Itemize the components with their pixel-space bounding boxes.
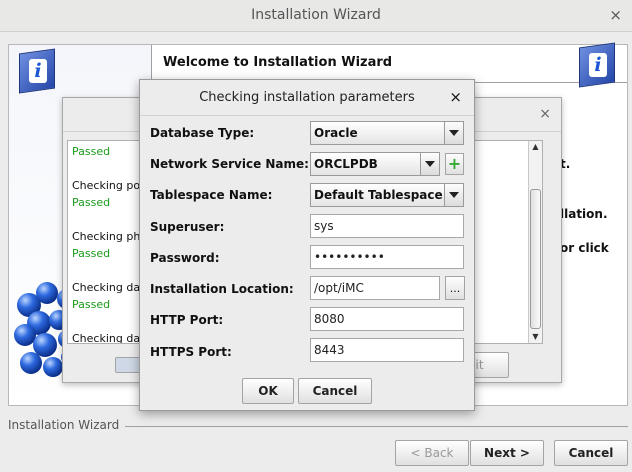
browse-button[interactable]: ... [445, 276, 465, 300]
cancel-button[interactable]: Cancel [554, 440, 628, 466]
network-service-label: Network Service Name: [150, 157, 309, 171]
next-button[interactable]: Next > [470, 440, 544, 466]
tablespace-select[interactable]: Default Tablespace [310, 183, 464, 207]
dialog-cancel-button[interactable]: Cancel [298, 378, 372, 404]
db-type-label: Database Type: [150, 126, 255, 140]
tablespace-value: Default Tablespace [314, 188, 443, 202]
welcome-text-fragment-2: llation. [560, 207, 608, 221]
https-port-value: 8443 [314, 343, 345, 357]
check-params-dialog: Checking installation parameters × Datab… [139, 79, 475, 411]
password-field[interactable]: •••••••••• [310, 245, 464, 269]
dialog-close-button[interactable]: × [449, 88, 462, 106]
progress-left-button[interactable] [115, 357, 141, 373]
superuser-value: sys [314, 219, 334, 233]
window-titlebar: Installation Wizard × [0, 0, 632, 32]
db-type-value: Oracle [314, 126, 358, 140]
info-book-icon-right: i [575, 42, 617, 88]
chevron-down-icon[interactable] [444, 184, 463, 206]
chevron-down-icon[interactable] [444, 122, 463, 144]
window-close-button[interactable]: × [609, 6, 622, 24]
http-port-value: 8080 [314, 312, 345, 326]
log-line: Passed [72, 145, 111, 158]
log-line: Checking port [72, 179, 149, 192]
https-port-field[interactable]: 8443 [310, 338, 464, 362]
chevron-down-icon[interactable] [420, 153, 439, 175]
info-book-icon: i [15, 48, 57, 94]
scroll-thumb[interactable] [530, 189, 541, 329]
log-line: Checking phy [72, 230, 147, 243]
dialog-title: Checking installation parameters [199, 90, 415, 105]
install-location-field[interactable]: /opt/iMC [310, 276, 440, 300]
back-button[interactable]: < Back [395, 440, 469, 466]
welcome-text-fragment-3: or click [560, 241, 609, 255]
footer-separator-label: Installation Wizard [8, 418, 126, 432]
scroll-up-arrow-icon[interactable]: ▲ [529, 141, 542, 153]
db-type-select[interactable]: Oracle [310, 121, 464, 145]
footer-separator: Installation Wizard [8, 418, 628, 432]
password-label: Password: [150, 251, 220, 265]
window-title: Installation Wizard [251, 7, 381, 23]
log-scrollbar[interactable]: ▲ ▼ [528, 141, 542, 343]
ok-button[interactable]: OK [242, 378, 294, 404]
http-port-field[interactable]: 8080 [310, 307, 464, 331]
password-value: •••••••••• [314, 250, 385, 264]
network-service-value: ORCLPDB [314, 157, 378, 171]
progress-dialog-close-button[interactable]: × [539, 106, 551, 122]
install-location-value: /opt/iMC [314, 281, 364, 295]
welcome-header: Welcome to Installation Wizard i [153, 42, 627, 88]
https-port-label: HTTPS Port: [150, 345, 232, 359]
scroll-down-arrow-icon[interactable]: ▼ [529, 331, 542, 343]
add-icon[interactable]: + [445, 153, 464, 175]
superuser-label: Superuser: [150, 220, 225, 234]
log-line: Passed [72, 196, 111, 209]
dialog-header: Checking installation parameters × [140, 80, 474, 116]
install-location-label: Installation Location: [150, 282, 294, 296]
http-port-label: HTTP Port: [150, 313, 224, 327]
log-line: Passed [72, 298, 111, 311]
tablespace-label: Tablespace Name: [150, 188, 273, 202]
welcome-title: Welcome to Installation Wizard [163, 55, 393, 70]
log-line: Passed [72, 247, 111, 260]
network-service-select[interactable]: ORCLPDB [310, 152, 440, 176]
superuser-field[interactable]: sys [310, 214, 464, 238]
